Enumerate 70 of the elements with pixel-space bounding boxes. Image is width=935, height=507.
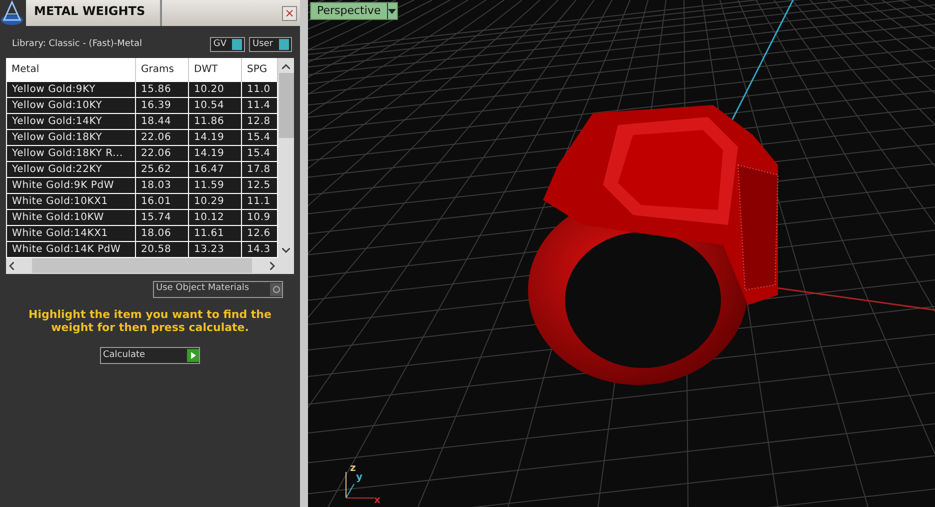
table-cell: 25.62 bbox=[136, 161, 188, 177]
table-cell: White Gold:14KX1 bbox=[6, 225, 136, 241]
table-cell: 11.59 bbox=[188, 177, 242, 193]
close-button[interactable]: × bbox=[282, 6, 297, 20]
logo-icon bbox=[0, 0, 24, 26]
table-cell: 16.39 bbox=[136, 97, 188, 113]
table-cell: Yellow Gold:22KY bbox=[6, 161, 136, 177]
table-cell: 10.12 bbox=[188, 209, 242, 225]
table-cell: 10.9 bbox=[242, 209, 278, 225]
table-cell: 12.5 bbox=[242, 177, 278, 193]
table-cell: White Gold:9K PdW bbox=[6, 177, 136, 193]
table-cell: 10.29 bbox=[188, 193, 242, 209]
table-cell: White Gold:10KW bbox=[6, 209, 136, 225]
table-cell: 15.86 bbox=[136, 81, 188, 97]
calculate-button[interactable]: Calculate bbox=[100, 347, 200, 364]
scroll-left-icon[interactable] bbox=[9, 262, 14, 270]
axis-label: x bbox=[374, 496, 380, 506]
table-cell: 10.54 bbox=[188, 97, 242, 113]
table-cell: White Gold:14K PdW bbox=[6, 241, 136, 257]
table-cell: Yellow Gold:18KY R... bbox=[6, 145, 136, 161]
axis-label: y bbox=[356, 473, 363, 483]
table-cell: Yellow Gold:9KY bbox=[6, 81, 136, 97]
table-cell: 20.58 bbox=[136, 241, 188, 257]
table-cell: 14.19 bbox=[188, 145, 242, 161]
table-cell: 14.19 bbox=[188, 129, 242, 145]
table-cell: 14.3 bbox=[242, 241, 278, 257]
option-label: Use Object Materials bbox=[156, 282, 250, 296]
scrollbar-thumb[interactable] bbox=[278, 73, 294, 138]
play-icon bbox=[190, 352, 196, 359]
axis-label: z bbox=[350, 464, 356, 474]
table-cell: White Gold:10KX1 bbox=[6, 193, 136, 209]
column-header[interactable]: SPG bbox=[242, 58, 278, 81]
table-cell: 17.8 bbox=[242, 161, 278, 177]
table-cell: Yellow Gold:14KY bbox=[6, 113, 136, 129]
caret-icon bbox=[388, 8, 396, 14]
table-cell: 11.61 bbox=[188, 225, 242, 241]
table-cell: 12.6 bbox=[242, 225, 278, 241]
table-cell: 11.86 bbox=[188, 113, 242, 129]
table-cell: 11.0 bbox=[242, 81, 278, 97]
table-cell: Yellow Gold:10KY bbox=[6, 97, 136, 113]
table-cell: 22.06 bbox=[136, 129, 188, 145]
instruction-text: Highlight the item you want to find the weight for then press calculate. bbox=[28, 306, 272, 335]
table-cell: 16.47 bbox=[188, 161, 242, 177]
axis-gizmo-drawing bbox=[344, 470, 376, 500]
library-label: Library: Classic - (Fast)-Metal bbox=[12, 38, 142, 51]
table-cell: 12.8 bbox=[242, 113, 278, 129]
table-cell: 13.23 bbox=[188, 241, 242, 257]
table-cell: 22.06 bbox=[136, 145, 188, 161]
column-header[interactable]: Grams bbox=[136, 58, 188, 81]
table-cell: 15.74 bbox=[136, 209, 188, 225]
scroll-up-icon[interactable] bbox=[282, 64, 290, 69]
table-cell: 11.4 bbox=[242, 97, 278, 113]
table-cell: 10.20 bbox=[188, 81, 242, 97]
toggle-button[interactable]: User bbox=[249, 37, 292, 52]
table-cell: 16.01 bbox=[136, 193, 188, 209]
column-header[interactable]: DWT bbox=[188, 58, 242, 81]
table-cell: 18.44 bbox=[136, 113, 188, 129]
table-cell: Yellow Gold:18KY bbox=[6, 129, 136, 145]
table-cell: 15.4 bbox=[242, 129, 278, 145]
table-cell: 18.03 bbox=[136, 177, 188, 193]
scrollbar-thumb[interactable] bbox=[32, 258, 252, 273]
use-object-materials-toggle[interactable]: Use Object Materials bbox=[153, 280, 283, 298]
view-dropdown[interactable]: Perspective bbox=[310, 2, 398, 20]
scroll-down-icon[interactable] bbox=[282, 248, 290, 252]
table-cell: 18.06 bbox=[136, 225, 188, 241]
scroll-right-icon[interactable] bbox=[270, 262, 275, 270]
panel-title: METAL WEIGHTS bbox=[26, 0, 160, 26]
table-cell: 11.1 bbox=[242, 193, 278, 209]
table-cell: 15.4 bbox=[242, 145, 278, 161]
toggle-button[interactable]: GV bbox=[210, 37, 246, 52]
